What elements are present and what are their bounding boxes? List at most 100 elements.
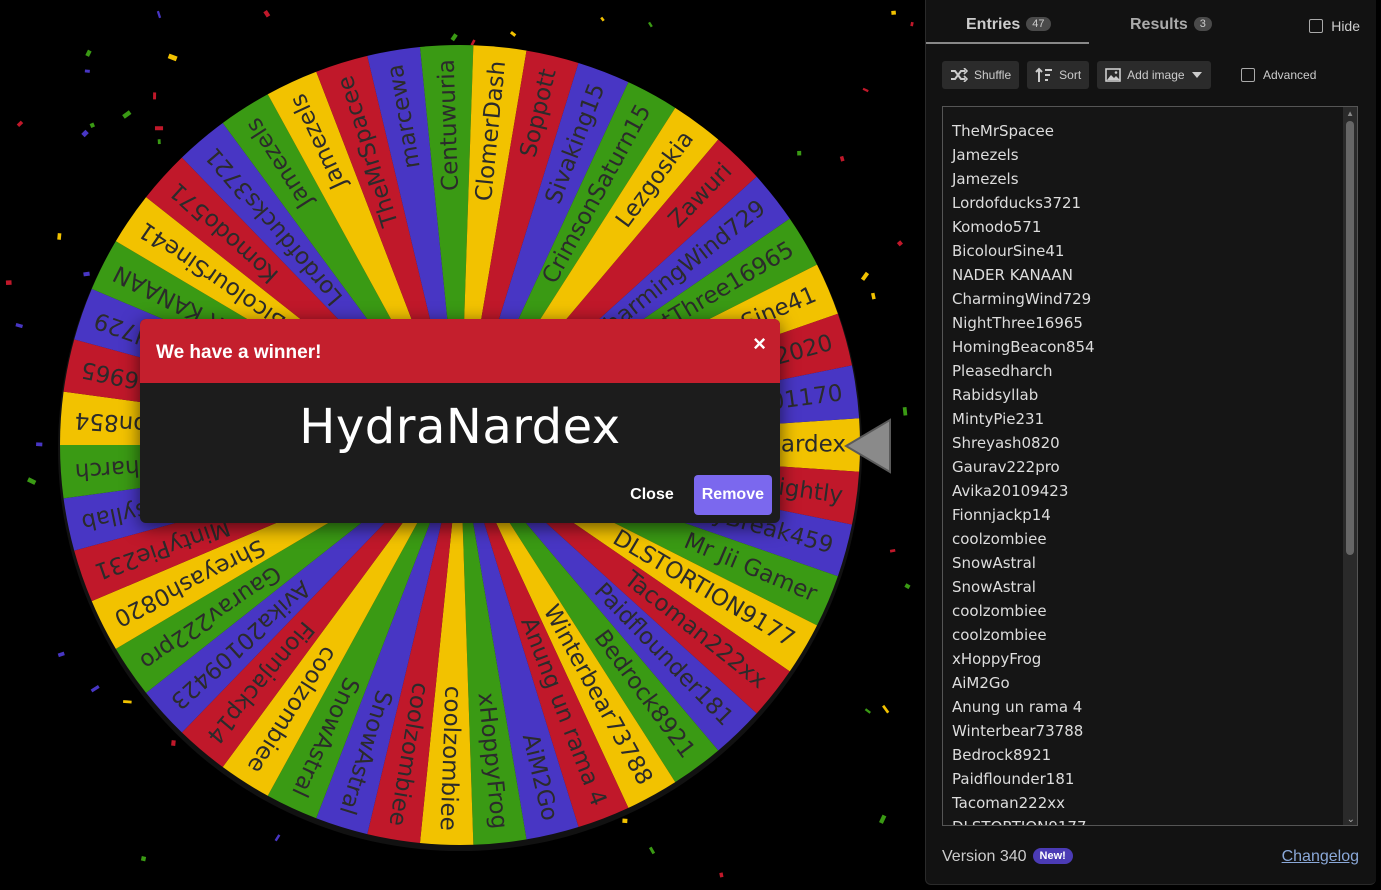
panel-tabs: Entries 47 Results 3 Hide (926, 0, 1376, 44)
entry-item: Pleasedharch (952, 362, 1053, 380)
remove-button[interactable]: Remove (693, 475, 772, 515)
confetti-piece (154, 126, 164, 131)
entry-item: coolzombiee (952, 626, 1047, 644)
entry-item: NightThree16965 (952, 314, 1083, 332)
hide-toggle[interactable]: Hide (1309, 18, 1360, 34)
winner-name: HydraNardex (299, 399, 621, 455)
entry-item: BicolourSine41 (952, 242, 1065, 260)
entry-item: Lordofducks3721 (952, 194, 1082, 212)
entry-item: NADER KANAAN (952, 266, 1073, 284)
confetti-piece (57, 233, 62, 240)
tab-results[interactable]: Results 3 (1130, 16, 1212, 34)
version-text: Version 340 New! (942, 848, 1073, 866)
confetti-piece (896, 240, 903, 247)
confetti-piece (122, 110, 132, 119)
entries-panel: Entries 47 Results 3 Hide Shuffle Sort A… (925, 0, 1376, 885)
shuffle-button[interactable]: Shuffle (942, 61, 1020, 89)
dialog-header: We have a winner! × (140, 319, 780, 383)
entry-item: Rabidsyllab (952, 386, 1039, 404)
entries-textarea[interactable]: TheMrSpacee Jamezels Jamezels Lordofducks37… (942, 106, 1358, 826)
confetti-piece (509, 30, 517, 37)
entry-item: TheMrSpacee (952, 122, 1054, 140)
add-image-button[interactable]: Add image (1097, 61, 1211, 89)
entry-item: HomingBeacon854 (952, 338, 1095, 356)
sort-button[interactable]: Sort (1027, 61, 1090, 89)
entry-item: Fionnjackp14 (952, 506, 1051, 524)
confetti-piece (450, 33, 458, 42)
confetti-piece (171, 740, 176, 746)
confetti-piece (15, 323, 23, 329)
confetti-piece (83, 271, 90, 277)
confetti-piece (123, 700, 132, 704)
confetti-piece (910, 21, 914, 27)
confetti-piece (904, 583, 911, 590)
confetti-piece (27, 477, 37, 485)
close-button[interactable]: Close (630, 486, 674, 504)
panel-footer: Version 340 New! Changelog (942, 846, 1359, 870)
confetti-piece (879, 814, 887, 824)
dialog-actions: Close Remove (630, 475, 772, 515)
entries-list: TheMrSpacee Jamezels Jamezels Lordofducks37… (952, 119, 1095, 825)
confetti-piece (862, 87, 869, 93)
wheel-segment-label: coolzombiee (435, 685, 466, 831)
advanced-checkbox[interactable] (1241, 68, 1255, 82)
hide-label: Hide (1331, 18, 1360, 34)
new-badge: New! (1032, 848, 1073, 864)
advanced-label: Advanced (1263, 68, 1317, 82)
confetti-piece (889, 549, 896, 553)
entry-item: SnowAstral (952, 554, 1036, 572)
confetti-piece (81, 129, 89, 138)
entry-item: AiM2Go (952, 674, 1010, 692)
changelog-link[interactable]: Changelog (1282, 848, 1359, 866)
entry-item: Komodo571 (952, 218, 1042, 236)
entry-item: Tacoman222xx (952, 794, 1065, 812)
winner-dialog: We have a winner! × HydraNardex Close Re… (140, 319, 780, 523)
entry-item: Avika20109423 (952, 482, 1069, 500)
confetti-piece (622, 818, 628, 824)
dialog-close-icon[interactable]: × (753, 333, 766, 355)
version-label: Version 340 (942, 848, 1027, 865)
entry-item: Jamezels (952, 170, 1019, 188)
confetti-piece (648, 21, 653, 28)
hide-checkbox[interactable] (1309, 19, 1324, 33)
tab-entries[interactable]: Entries 47 (966, 16, 1051, 34)
sort-label: Sort (1059, 68, 1082, 82)
results-count-badge: 3 (1193, 17, 1212, 31)
confetti-piece (57, 651, 65, 658)
tab-results-label: Results (1130, 16, 1188, 33)
wheel-segment-label: Centuwuria (434, 59, 464, 192)
confetti-piece (36, 442, 43, 447)
confetti-piece (140, 856, 147, 862)
wheel-pointer-icon (844, 418, 891, 474)
entries-scrollbar[interactable]: ▲ ⌄ (1343, 107, 1357, 825)
advanced-toggle[interactable]: Advanced (1241, 68, 1316, 82)
entry-item: Winterbear73788 (952, 722, 1084, 740)
confetti-piece (719, 872, 724, 878)
entry-item: MintyPie231 (952, 410, 1045, 428)
confetti-piece (85, 49, 92, 57)
scroll-down-icon[interactable]: ⌄ (1347, 814, 1355, 825)
confetti-piece (156, 10, 162, 19)
entry-item: Shreyash0820 (952, 434, 1060, 452)
entry-item: coolzombiee (952, 530, 1047, 548)
entry-item: Anung un rama 4 (952, 698, 1083, 716)
entries-toolbar: Shuffle Sort Add image (942, 61, 1211, 89)
entry-item: xHoppyFrog (952, 650, 1042, 668)
entry-item: Bedrock8921 (952, 746, 1052, 764)
confetti-piece (648, 846, 656, 855)
scroll-up-icon[interactable]: ▲ (1346, 109, 1354, 118)
entry-item: Jamezels (952, 146, 1019, 164)
confetti-piece (839, 155, 845, 162)
scrollbar-thumb[interactable] (1346, 121, 1354, 555)
image-icon (1105, 68, 1121, 82)
confetti-piece (600, 16, 605, 22)
confetti-piece (90, 685, 100, 693)
add-image-label: Add image (1127, 68, 1185, 82)
entry-item: DLSTORTION9177 (952, 815, 1095, 825)
confetti-piece (864, 708, 871, 714)
shuffle-label: Shuffle (974, 68, 1012, 82)
confetti-piece (157, 139, 161, 145)
entry-item: Paidflounder181 (952, 770, 1075, 788)
confetti-piece (902, 406, 908, 416)
confetti-piece (871, 292, 876, 300)
